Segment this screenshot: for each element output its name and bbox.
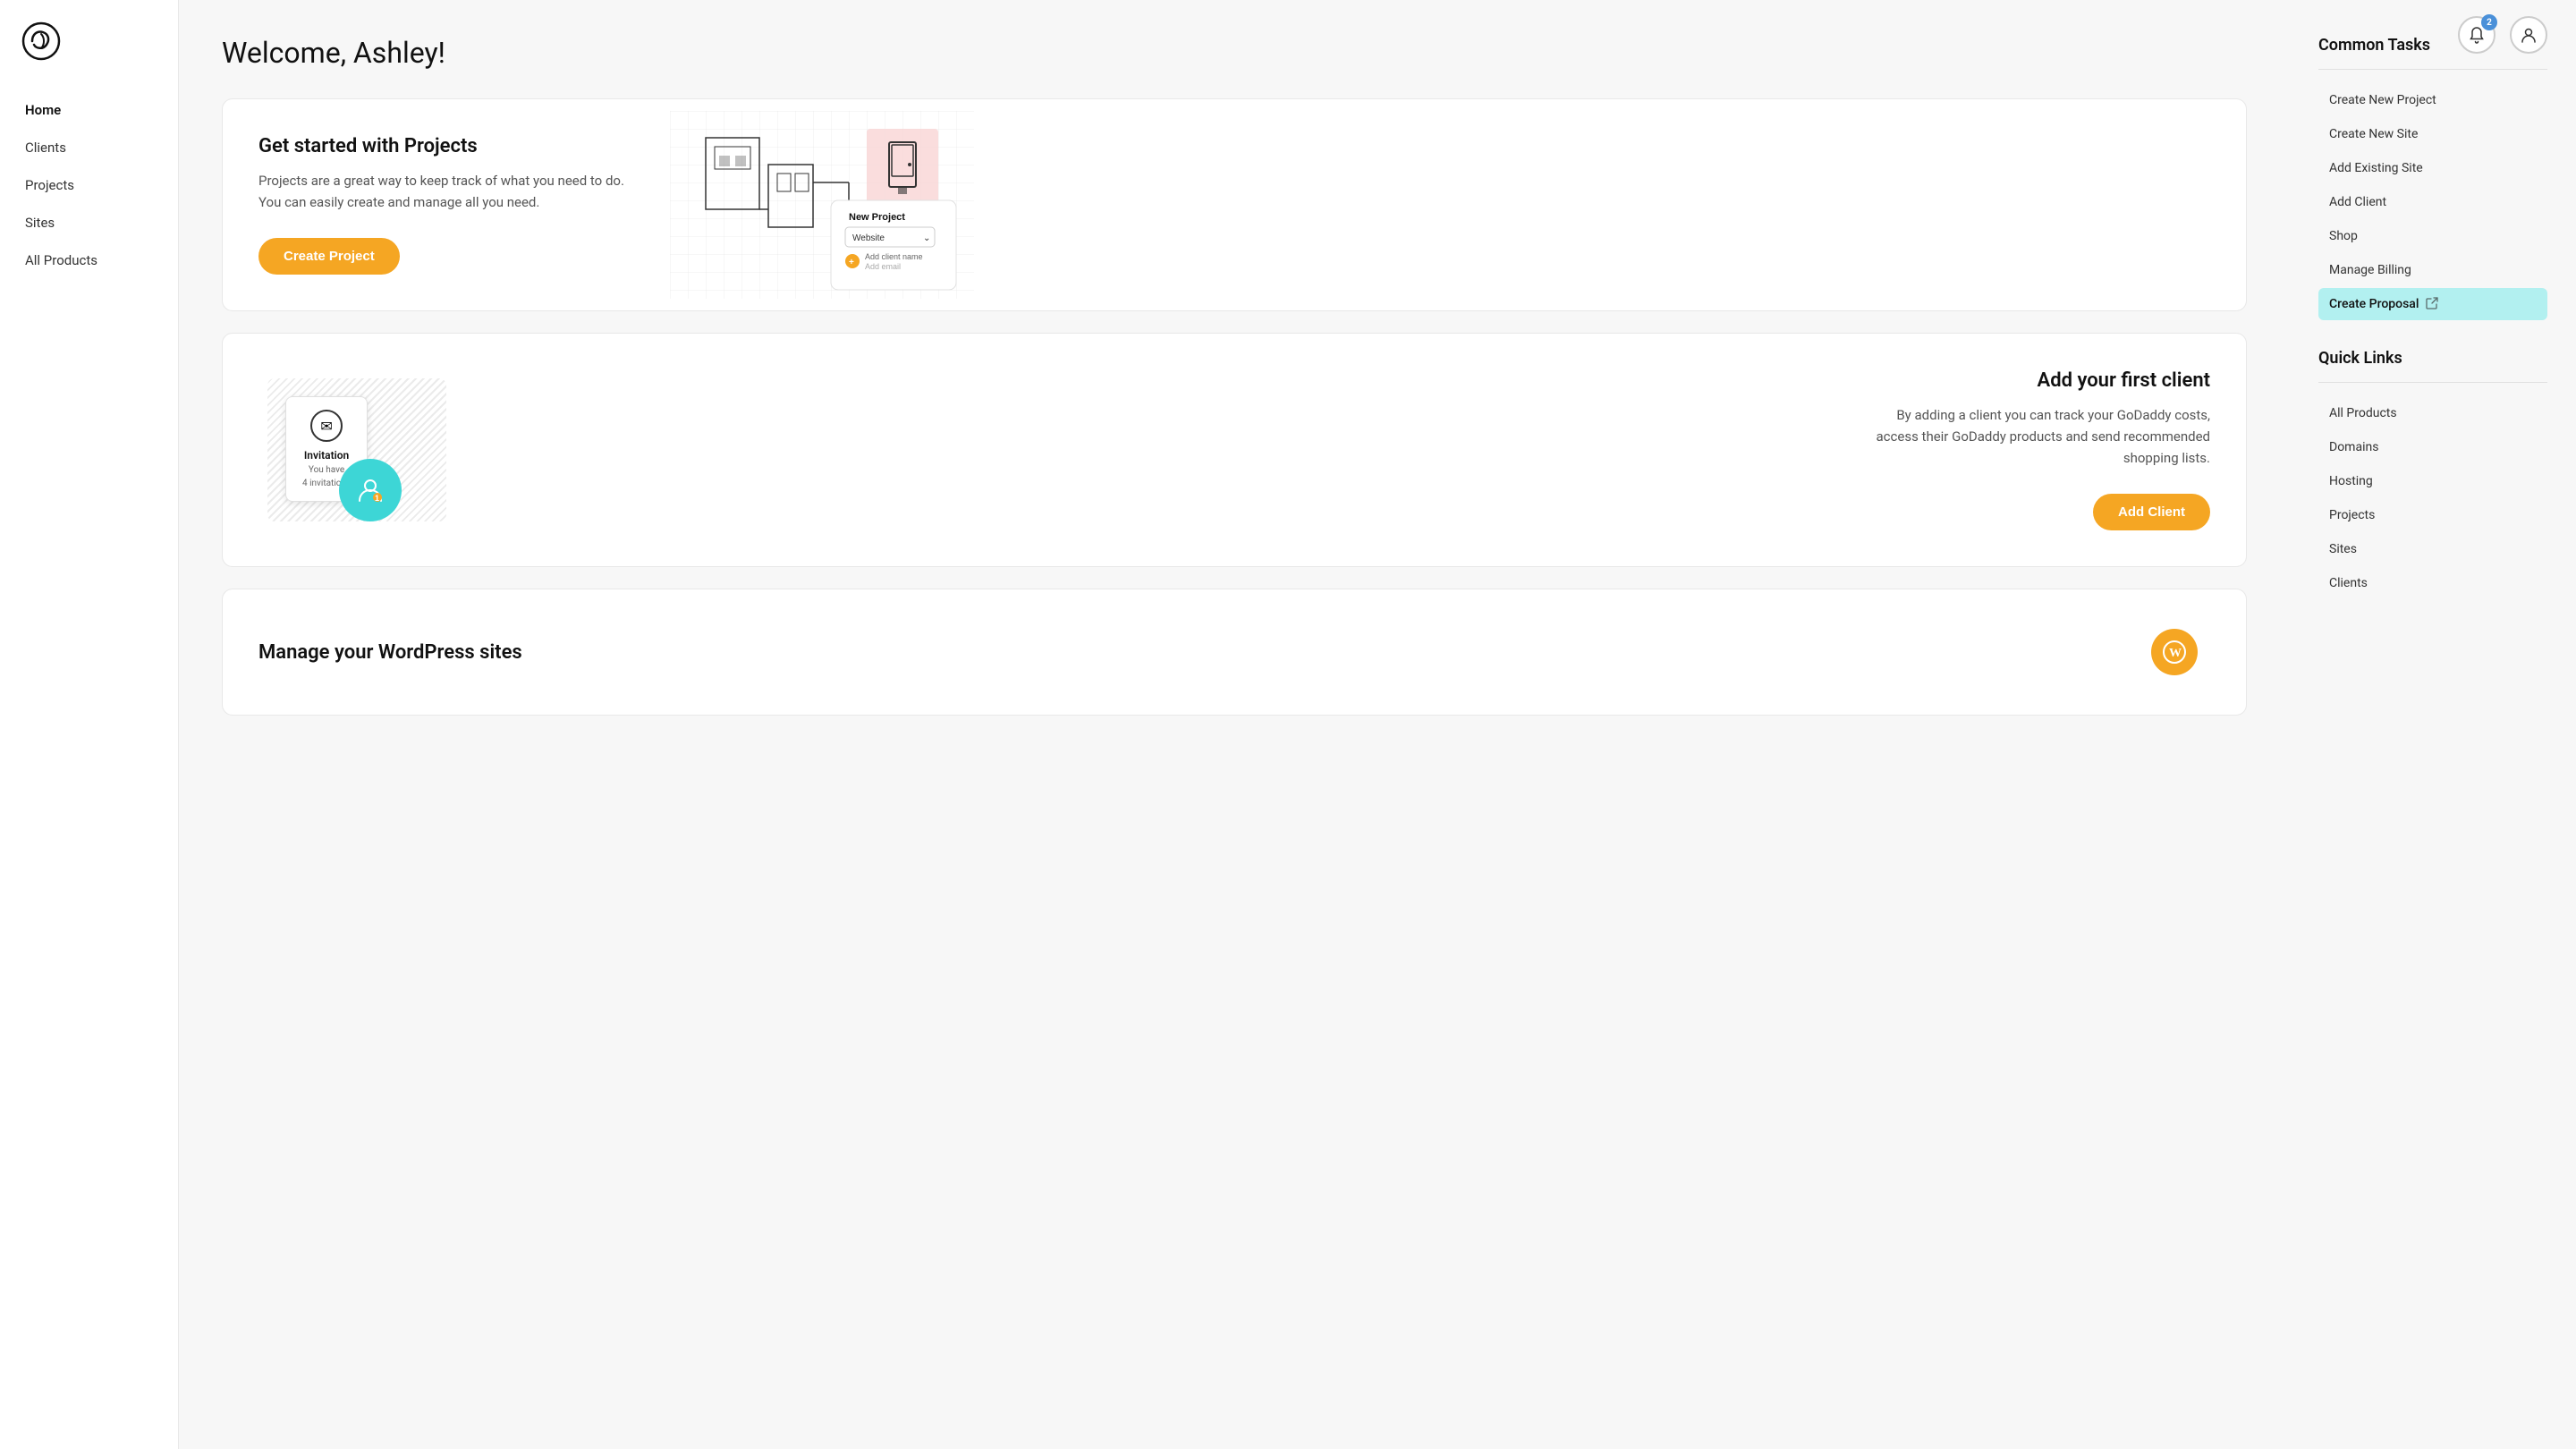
invitation-sub1: You have [309, 465, 344, 475]
projects-card-illustration: New Project Website ⌄ + Add client name … [670, 99, 974, 310]
svg-text:New Project: New Project [849, 212, 905, 223]
task-shop-label: Shop [2329, 229, 2358, 243]
logo[interactable] [0, 21, 178, 93]
task-shop[interactable]: Shop [2318, 220, 2547, 252]
quick-links-title: Quick Links [2318, 349, 2547, 368]
projects-card: Get started with Projects Projects are a… [222, 98, 2247, 311]
wordpress-card-icon: W [2139, 625, 2210, 679]
svg-text:⌄: ⌄ [923, 233, 930, 243]
right-panel: Common Tasks Create New Project Create N… [2290, 0, 2576, 1449]
main-content: Welcome, Ashley! Get started with Projec… [179, 0, 2290, 1449]
notification-count: 2 [2481, 14, 2497, 30]
task-manage-billing-label: Manage Billing [2329, 263, 2411, 277]
wordpress-card-content: Manage your WordPress sites [258, 641, 2139, 664]
clients-card-illustration: ✉ Invitation You have 4 invitations 1 [223, 334, 491, 566]
svg-text:1: 1 [375, 494, 379, 503]
sidebar-item-home[interactable]: Home [14, 93, 164, 127]
task-create-new-project[interactable]: Create New Project [2318, 84, 2547, 116]
create-project-button[interactable]: Create Project [258, 238, 400, 275]
clients-card-description: By adding a client you can track your Go… [1870, 404, 2210, 469]
svg-text:Website: Website [852, 233, 885, 243]
svg-text:W: W [2169, 647, 2182, 660]
teal-badge: 1 [339, 459, 402, 521]
clients-card: ✉ Invitation You have 4 invitations 1 Ad… [222, 333, 2247, 567]
ql-projects[interactable]: Projects [2318, 499, 2547, 531]
ql-all-products[interactable]: All Products [2318, 397, 2547, 429]
ql-domains[interactable]: Domains [2318, 431, 2547, 463]
notifications-button[interactable]: 2 [2458, 16, 2496, 54]
projects-card-content: Get started with Projects Projects are a… [223, 99, 670, 310]
mail-icon: ✉ [310, 410, 343, 442]
task-create-new-project-label: Create New Project [2329, 93, 2436, 107]
quick-links-divider [2318, 382, 2547, 383]
task-create-new-site-label: Create New Site [2329, 127, 2418, 141]
ql-clients[interactable]: Clients [2318, 567, 2547, 599]
svg-text:Add client name: Add client name [865, 252, 923, 261]
invitation-wrapper: ✉ Invitation You have 4 invitations 1 [267, 378, 446, 521]
ql-sites[interactable]: Sites [2318, 533, 2547, 565]
quick-links-section: Quick Links All Products Domains Hosting… [2318, 349, 2547, 599]
sidebar-item-all-products[interactable]: All Products [14, 243, 164, 277]
ql-domains-label: Domains [2329, 440, 2378, 454]
projects-card-title: Get started with Projects [258, 135, 634, 157]
clients-card-title: Add your first client [2038, 369, 2210, 392]
external-link-icon [2426, 297, 2440, 311]
ql-sites-label: Sites [2329, 542, 2357, 556]
sidebar-item-projects[interactable]: Projects [14, 168, 164, 202]
sidebar-item-clients[interactable]: Clients [14, 131, 164, 165]
user-profile-button[interactable] [2510, 16, 2547, 54]
task-create-proposal-label: Create Proposal [2329, 297, 2419, 311]
sidebar: Home Clients Projects Sites All Products [0, 0, 179, 1449]
ql-hosting[interactable]: Hosting [2318, 465, 2547, 497]
invitation-title: Invitation [304, 449, 349, 462]
svg-text:Add email: Add email [865, 262, 901, 271]
wordpress-card: Manage your WordPress sites W [222, 589, 2247, 716]
task-add-existing-site[interactable]: Add Existing Site [2318, 152, 2547, 184]
sidebar-item-sites[interactable]: Sites [14, 206, 164, 240]
add-client-button[interactable]: Add Client [2093, 494, 2210, 530]
page-title: Welcome, Ashley! [222, 36, 2247, 70]
header-icons: 2 [2458, 16, 2547, 54]
task-add-client-label: Add Client [2329, 195, 2386, 209]
ql-hosting-label: Hosting [2329, 474, 2373, 488]
task-manage-billing[interactable]: Manage Billing [2318, 254, 2547, 286]
common-tasks-divider [2318, 69, 2547, 70]
task-add-client[interactable]: Add Client [2318, 186, 2547, 218]
projects-card-description: Projects are a great way to keep track o… [258, 170, 634, 213]
ql-projects-label: Projects [2329, 508, 2375, 522]
ql-all-products-label: All Products [2329, 406, 2397, 420]
common-tasks-section: Common Tasks Create New Project Create N… [2318, 36, 2547, 320]
ql-clients-label: Clients [2329, 576, 2368, 590]
task-add-existing-site-label: Add Existing Site [2329, 161, 2423, 175]
task-create-new-site[interactable]: Create New Site [2318, 118, 2547, 150]
nav-menu: Home Clients Projects Sites All Products [0, 93, 178, 277]
svg-text:+: + [849, 258, 854, 267]
wordpress-card-title: Manage your WordPress sites [258, 641, 2139, 664]
task-create-proposal[interactable]: Create Proposal [2318, 288, 2547, 320]
clients-card-content: Add your first client By adding a client… [491, 334, 2246, 566]
